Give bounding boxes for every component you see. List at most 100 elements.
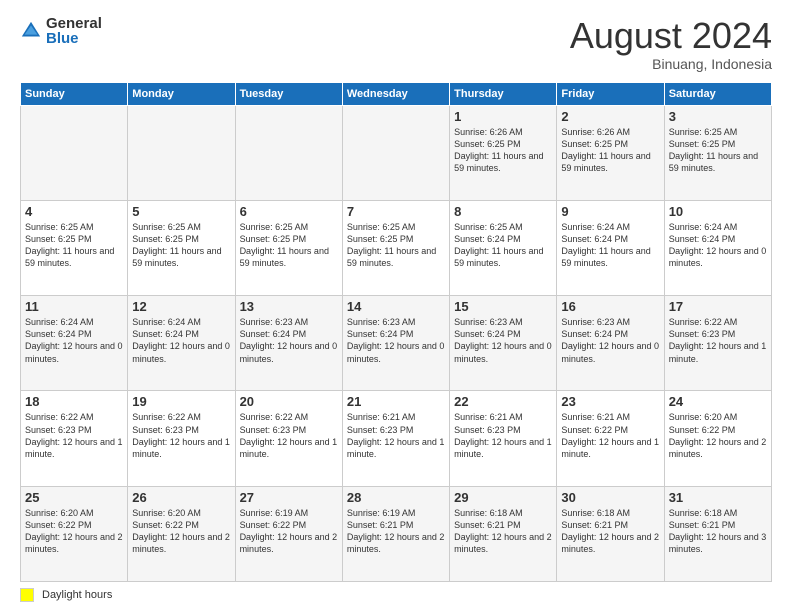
day-info: Sunrise: 6:20 AM Sunset: 6:22 PM Dayligh… <box>132 507 230 556</box>
calendar-cell: 5 Sunrise: 6:25 AM Sunset: 6:25 PM Daylig… <box>128 200 235 295</box>
day-number: 11 <box>25 299 123 314</box>
calendar-cell: 22Sunrise: 6:21 AM Sunset: 6:23 PM Dayli… <box>450 391 557 486</box>
day-number: 18 <box>25 394 123 409</box>
day-info: Sunrise: 6:25 AM Sunset: 6:25 PM Dayligh… <box>25 221 123 270</box>
calendar-week-2: 4 Sunrise: 6:25 AM Sunset: 6:25 PM Daylig… <box>21 200 772 295</box>
day-info: Sunrise: 6:22 AM Sunset: 6:23 PM Dayligh… <box>669 316 767 365</box>
calendar-cell: 18 Sunrise: 6:22 AM Sunset: 6:23 PM Dayli… <box>21 391 128 486</box>
calendar-cell: 4 Sunrise: 6:25 AM Sunset: 6:25 PM Daylig… <box>21 200 128 295</box>
calendar-cell: 6 Sunrise: 6:25 AM Sunset: 6:25 PM Daylig… <box>235 200 342 295</box>
day-number: 29 <box>454 490 552 505</box>
calendar-cell: 3 Sunrise: 6:25 AM Sunset: 6:25 PM Daylig… <box>664 105 771 200</box>
day-number: 5 <box>132 204 230 219</box>
calendar-cell: 15 Sunrise: 6:23 AM Sunset: 6:24 PM Dayli… <box>450 296 557 391</box>
day-info: Sunrise: 6:25 AM Sunset: 6:25 PM Dayligh… <box>132 221 230 270</box>
calendar-cell: 17 Sunrise: 6:22 AM Sunset: 6:23 PM Dayli… <box>664 296 771 391</box>
logo-text: General Blue <box>46 16 102 46</box>
page: General Blue August 2024 Binuang, Indone… <box>0 0 792 612</box>
calendar-week-5: 25Sunrise: 6:20 AM Sunset: 6:22 PM Dayli… <box>21 486 772 581</box>
calendar-cell: 30Sunrise: 6:18 AM Sunset: 6:21 PM Dayli… <box>557 486 664 581</box>
weekday-header-saturday: Saturday <box>664 82 771 105</box>
header-right: August 2024 Binuang, Indonesia <box>570 16 772 72</box>
weekday-header-sunday: Sunday <box>21 82 128 105</box>
day-info: Sunrise: 6:18 AM Sunset: 6:21 PM Dayligh… <box>561 507 659 556</box>
day-number: 10 <box>669 204 767 219</box>
calendar-cell: 31Sunrise: 6:18 AM Sunset: 6:21 PM Dayli… <box>664 486 771 581</box>
weekday-header-thursday: Thursday <box>450 82 557 105</box>
day-number: 1 <box>454 109 552 124</box>
day-info: Sunrise: 6:22 AM Sunset: 6:23 PM Dayligh… <box>25 411 123 460</box>
calendar-cell: 12 Sunrise: 6:24 AM Sunset: 6:24 PM Dayli… <box>128 296 235 391</box>
day-number: 6 <box>240 204 338 219</box>
legend-text: Daylight hours <box>42 589 112 601</box>
day-info: Sunrise: 6:18 AM Sunset: 6:21 PM Dayligh… <box>669 507 767 556</box>
day-number: 7 <box>347 204 445 219</box>
calendar-cell: 9Sunrise: 6:24 AM Sunset: 6:24 PM Daylig… <box>557 200 664 295</box>
calendar-cell: 2Sunrise: 6:26 AM Sunset: 6:25 PM Daylig… <box>557 105 664 200</box>
calendar-cell: 21 Sunrise: 6:21 AM Sunset: 6:23 PM Dayli… <box>342 391 449 486</box>
day-info: Sunrise: 6:21 AM Sunset: 6:22 PM Dayligh… <box>561 411 659 460</box>
day-info: Sunrise: 6:25 AM Sunset: 6:25 PM Dayligh… <box>669 126 767 175</box>
day-number: 3 <box>669 109 767 124</box>
calendar-cell: 10Sunrise: 6:24 AM Sunset: 6:24 PM Dayli… <box>664 200 771 295</box>
calendar-cell <box>128 105 235 200</box>
day-number: 14 <box>347 299 445 314</box>
calendar-body: 1 Sunrise: 6:26 AM Sunset: 6:25 PM Daylig… <box>21 105 772 581</box>
footer: Daylight hours <box>20 588 772 602</box>
calendar-cell: 20Sunrise: 6:22 AM Sunset: 6:23 PM Dayli… <box>235 391 342 486</box>
day-number: 24 <box>669 394 767 409</box>
day-number: 8 <box>454 204 552 219</box>
day-number: 9 <box>561 204 659 219</box>
logo-general: General <box>46 16 102 31</box>
day-info: Sunrise: 6:23 AM Sunset: 6:24 PM Dayligh… <box>561 316 659 365</box>
calendar-week-1: 1 Sunrise: 6:26 AM Sunset: 6:25 PM Daylig… <box>21 105 772 200</box>
day-info: Sunrise: 6:26 AM Sunset: 6:25 PM Dayligh… <box>454 126 552 175</box>
day-info: Sunrise: 6:22 AM Sunset: 6:23 PM Dayligh… <box>132 411 230 460</box>
calendar-cell: 13 Sunrise: 6:23 AM Sunset: 6:24 PM Dayli… <box>235 296 342 391</box>
day-info: Sunrise: 6:20 AM Sunset: 6:22 PM Dayligh… <box>25 507 123 556</box>
day-info: Sunrise: 6:21 AM Sunset: 6:23 PM Dayligh… <box>347 411 445 460</box>
calendar-cell: 23Sunrise: 6:21 AM Sunset: 6:22 PM Dayli… <box>557 391 664 486</box>
calendar-cell: 1 Sunrise: 6:26 AM Sunset: 6:25 PM Daylig… <box>450 105 557 200</box>
day-number: 17 <box>669 299 767 314</box>
calendar-cell <box>342 105 449 200</box>
day-info: Sunrise: 6:25 AM Sunset: 6:25 PM Dayligh… <box>240 221 338 270</box>
day-number: 16 <box>561 299 659 314</box>
calendar-week-4: 18 Sunrise: 6:22 AM Sunset: 6:23 PM Dayli… <box>21 391 772 486</box>
weekday-row: SundayMondayTuesdayWednesdayThursdayFrid… <box>21 82 772 105</box>
day-info: Sunrise: 6:24 AM Sunset: 6:24 PM Dayligh… <box>132 316 230 365</box>
location: Binuang, Indonesia <box>570 56 772 72</box>
day-number: 27 <box>240 490 338 505</box>
day-number: 21 <box>347 394 445 409</box>
calendar-header: SundayMondayTuesdayWednesdayThursdayFrid… <box>21 82 772 105</box>
day-number: 4 <box>25 204 123 219</box>
day-number: 13 <box>240 299 338 314</box>
calendar-week-3: 11 Sunrise: 6:24 AM Sunset: 6:24 PM Dayli… <box>21 296 772 391</box>
calendar-cell: 29 Sunrise: 6:18 AM Sunset: 6:21 PM Dayli… <box>450 486 557 581</box>
calendar-cell: 11Sunrise: 6:24 AM Sunset: 6:24 PM Dayli… <box>21 296 128 391</box>
day-number: 12 <box>132 299 230 314</box>
calendar-cell: 28Sunrise: 6:19 AM Sunset: 6:21 PM Dayli… <box>342 486 449 581</box>
day-info: Sunrise: 6:22 AM Sunset: 6:23 PM Dayligh… <box>240 411 338 460</box>
calendar-cell <box>235 105 342 200</box>
calendar-cell: 25Sunrise: 6:20 AM Sunset: 6:22 PM Dayli… <box>21 486 128 581</box>
weekday-header-tuesday: Tuesday <box>235 82 342 105</box>
calendar-cell: 27Sunrise: 6:19 AM Sunset: 6:22 PM Dayli… <box>235 486 342 581</box>
logo: General Blue <box>20 16 102 46</box>
calendar-table: SundayMondayTuesdayWednesdayThursdayFrid… <box>20 82 772 582</box>
day-number: 2 <box>561 109 659 124</box>
day-number: 15 <box>454 299 552 314</box>
month-title: August 2024 <box>570 16 772 56</box>
day-info: Sunrise: 6:25 AM Sunset: 6:25 PM Dayligh… <box>347 221 445 270</box>
day-number: 19 <box>132 394 230 409</box>
day-info: Sunrise: 6:23 AM Sunset: 6:24 PM Dayligh… <box>240 316 338 365</box>
day-info: Sunrise: 6:20 AM Sunset: 6:22 PM Dayligh… <box>669 411 767 460</box>
calendar-cell: 16 Sunrise: 6:23 AM Sunset: 6:24 PM Dayli… <box>557 296 664 391</box>
weekday-header-monday: Monday <box>128 82 235 105</box>
day-info: Sunrise: 6:23 AM Sunset: 6:24 PM Dayligh… <box>347 316 445 365</box>
calendar-cell: 19 Sunrise: 6:22 AM Sunset: 6:23 PM Dayli… <box>128 391 235 486</box>
day-info: Sunrise: 6:18 AM Sunset: 6:21 PM Dayligh… <box>454 507 552 556</box>
day-number: 22 <box>454 394 552 409</box>
day-info: Sunrise: 6:23 AM Sunset: 6:24 PM Dayligh… <box>454 316 552 365</box>
legend-box <box>20 588 34 602</box>
